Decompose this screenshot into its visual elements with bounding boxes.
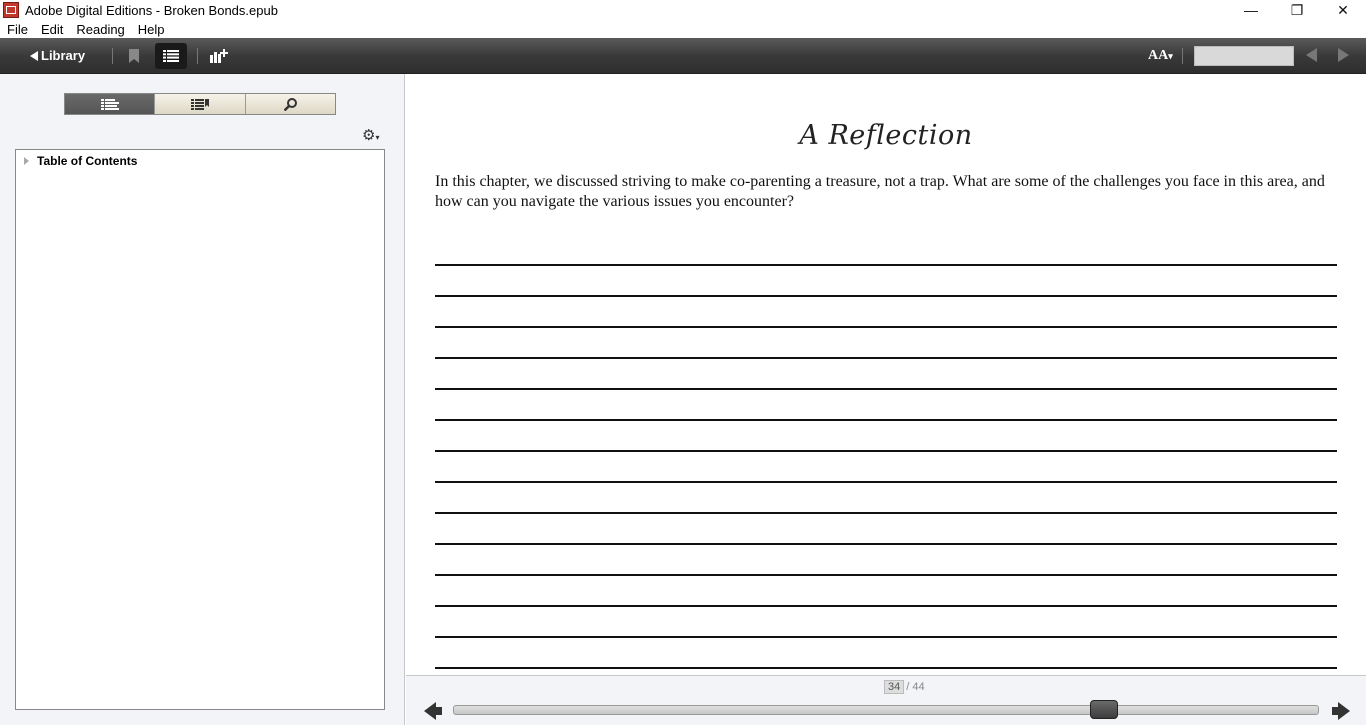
reading-pane: A Reflection In this chapter, we discuss… — [406, 74, 1366, 675]
bookmarks-list-icon — [190, 98, 209, 110]
toolbar-separator — [112, 47, 114, 64]
menu-bar: File Edit Reading Help — [0, 20, 1366, 38]
toc-list-icon — [100, 98, 119, 110]
page-slider-thumb[interactable] — [1089, 700, 1118, 719]
previous-result-icon[interactable] — [1306, 48, 1317, 62]
writing-line — [435, 543, 1337, 545]
current-page-field[interactable]: 34 — [884, 680, 905, 694]
table-of-contents-panel: Table of Contents — [15, 149, 385, 710]
writing-line — [435, 326, 1337, 328]
search-icon — [283, 97, 297, 111]
dropdown-caret-icon: ▾ — [1168, 51, 1173, 61]
writing-line — [435, 636, 1337, 638]
bar-chart-plus-icon — [210, 48, 229, 63]
menu-help[interactable]: Help — [131, 22, 171, 37]
next-page-icon[interactable] — [1338, 702, 1350, 720]
library-label: Library — [41, 48, 86, 63]
back-triangle-icon — [30, 50, 38, 61]
writing-line — [435, 295, 1337, 297]
minimize-button[interactable]: — — [1228, 0, 1274, 20]
font-size-label: AA — [1148, 48, 1169, 63]
restore-button[interactable]: ❐ — [1274, 0, 1320, 20]
chapter-title: A Reflection — [406, 118, 1366, 151]
toolbar: Library AA▾ — [0, 38, 1366, 74]
toolbar-separator — [197, 47, 199, 64]
minimize-icon: — — [1244, 2, 1258, 18]
page-slider-track[interactable] — [453, 705, 1319, 715]
writing-line — [435, 419, 1337, 421]
window-controls: — ❐ ✕ — [1228, 0, 1366, 20]
library-button[interactable]: Library — [30, 48, 85, 63]
menu-edit[interactable]: Edit — [34, 22, 69, 37]
writing-line — [435, 574, 1337, 576]
writing-line — [435, 264, 1337, 266]
writing-line — [435, 450, 1337, 452]
add-to-shelf-button[interactable] — [208, 48, 230, 63]
page-indicator: 34 / 44 — [884, 680, 925, 694]
adobe-digital-editions-icon — [3, 2, 19, 18]
menu-reading[interactable]: Reading — [69, 22, 130, 37]
tab-bookmarks[interactable] — [155, 94, 246, 114]
writing-line — [435, 512, 1337, 514]
bookmark-icon — [129, 48, 140, 63]
font-size-button[interactable]: AA▾ — [1148, 48, 1173, 64]
expand-arrow-icon[interactable] — [24, 157, 29, 165]
menu-file[interactable]: File — [0, 22, 34, 37]
gear-icon[interactable]: ⚙▾ — [362, 126, 379, 144]
close-icon: ✕ — [1337, 1, 1349, 18]
writing-line — [435, 481, 1337, 483]
writing-line — [435, 357, 1337, 359]
window-title: Adobe Digital Editions - Broken Bonds.ep… — [25, 2, 278, 18]
writing-line — [435, 388, 1337, 390]
toc-item[interactable]: Table of Contents — [24, 154, 384, 168]
tab-table-of-contents[interactable] — [65, 94, 156, 114]
sidebar: ⚙▾ Table of Contents — [0, 74, 405, 725]
restore-icon: ❐ — [1290, 1, 1304, 18]
close-button[interactable]: ✕ — [1320, 0, 1366, 20]
previous-page-icon-stem[interactable] — [436, 707, 442, 715]
toc-toggle-button[interactable] — [155, 42, 188, 69]
writing-line — [435, 667, 1337, 669]
toolbar-separator — [1182, 48, 1183, 64]
total-pages: / 44 — [906, 681, 925, 693]
writing-line — [435, 605, 1337, 607]
next-result-icon[interactable] — [1338, 48, 1349, 62]
chapter-title-text: A Reflection — [799, 120, 973, 151]
search-input[interactable] — [1194, 46, 1294, 66]
page-navigation-bar: 34 / 44 — [406, 675, 1366, 725]
previous-page-icon[interactable] — [424, 702, 436, 720]
title-bar: Adobe Digital Editions - Broken Bonds.ep… — [0, 0, 1366, 20]
toc-item-label: Table of Contents — [37, 154, 138, 168]
sidebar-view-tabs — [64, 93, 336, 115]
tab-search[interactable] — [245, 94, 335, 114]
list-icon — [163, 49, 180, 62]
bookmark-button[interactable] — [123, 48, 145, 63]
reflection-prompt: In this chapter, we discussed striving t… — [435, 173, 1325, 210]
